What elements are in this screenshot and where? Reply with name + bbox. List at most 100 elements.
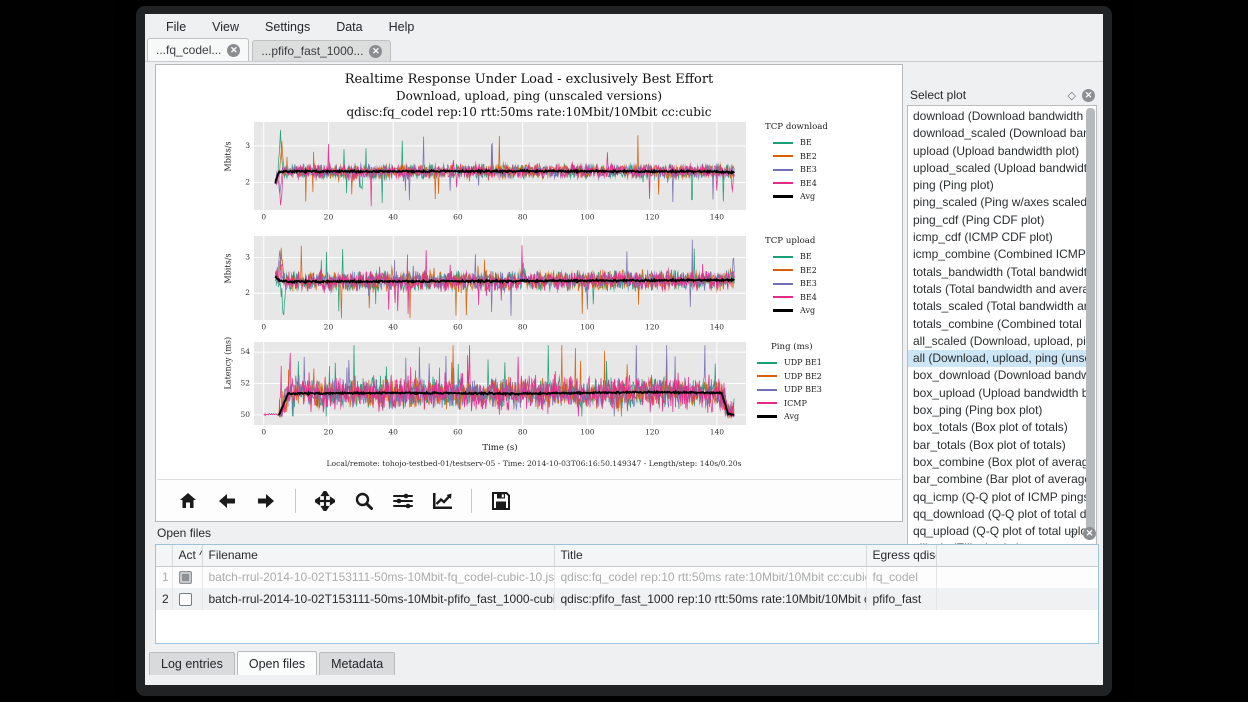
row-number: 1 [156, 566, 172, 588]
open-files-title: Open files [157, 526, 211, 540]
bottom-tab-log-entries[interactable]: Log entries [149, 652, 235, 675]
bottom-tab-metadata[interactable]: Metadata [319, 652, 395, 675]
legend-entry: UDP BE3 [755, 383, 901, 397]
plot-list-item[interactable]: box_download (Download bandwidth b [908, 367, 1086, 384]
menu-item-file[interactable]: File [155, 17, 197, 37]
legend-ping-ms-: Ping (ms)UDP BE1UDP BE2UDP BE3ICMPAvg [755, 342, 901, 424]
plot-list-item[interactable]: qq_download (Q-Q plot of total downloa [908, 506, 1086, 523]
plot-list-item[interactable]: totals (Total bandwidth and average pin [908, 281, 1086, 298]
empty-cell [936, 588, 1098, 610]
plot-list-item[interactable]: box_combine (Box plot of averages of se [908, 454, 1086, 471]
legend-line-swatch [773, 155, 793, 157]
subplot-canvas-ping-ms- [217, 340, 749, 441]
table-row[interactable]: 2batch-rrul-2014-10-02T153111-50ms-10Mbi… [156, 588, 1098, 610]
plot-list-item[interactable]: box_totals (Box plot of totals) [908, 419, 1086, 436]
zoom-icon[interactable] [349, 486, 379, 516]
plot-list-item[interactable]: all_scaled (Download, upload, ping (scal [908, 333, 1086, 350]
tab-label: ...pfifo_fast_1000... [261, 44, 363, 58]
legend-label: UDP BE3 [784, 385, 822, 394]
legend-line-swatch [757, 375, 777, 377]
select-plot-title: Select plot [910, 88, 966, 102]
plot-list-item[interactable]: totals_bandwidth (Total bandwidth) [908, 264, 1086, 281]
plot-list-item[interactable]: bar_combine (Bar plot of averages of se [908, 471, 1086, 488]
plot-list-item[interactable]: download_scaled (Download bandwidth [908, 125, 1086, 142]
plot-list-item[interactable]: download (Download bandwidth plot) [908, 108, 1086, 125]
column-header[interactable]: Act ^ [172, 545, 202, 566]
plot-list-item[interactable]: all (Download, upload, ping (unscaled ve [908, 350, 1086, 367]
legend-label: Avg [800, 306, 815, 315]
menu-item-view[interactable]: View [201, 17, 250, 37]
legend-line-swatch [773, 309, 793, 312]
y-axis-label: Mbits/s [224, 270, 233, 284]
legend-entry: BE3 [755, 277, 901, 291]
legend-label: BE4 [800, 293, 817, 302]
float-dock-icon[interactable]: ◇ [1069, 527, 1077, 540]
title-cell: qdisc:fq_codel rep:10 rtt:50ms rate:10Mb… [554, 566, 866, 588]
column-header[interactable]: Filename [202, 545, 554, 566]
select-plot-header: Select plot ◇ ✕ [907, 86, 1097, 104]
legend-line-swatch [757, 362, 777, 364]
filename-cell: batch-rrul-2014-10-02T153111-50ms-10Mbit… [202, 588, 554, 610]
plot-list-vertical-scrollbar[interactable] [1086, 108, 1095, 538]
filename-cell: batch-rrul-2014-10-02T153111-50ms-10Mbit… [202, 566, 554, 588]
legend-label: BE3 [800, 279, 817, 288]
plot-list-item[interactable]: ping_scaled (Ping w/axes scaled to remo [908, 194, 1086, 211]
figure-title-line3: qdisc:fq_codel rep:10 rtt:50ms rate:10Mb… [157, 104, 901, 120]
tab-close-icon[interactable]: ✕ [227, 44, 240, 57]
legend-tcp-upload: TCP uploadBEBE2BE3BE4Avg [755, 236, 901, 318]
home-icon[interactable] [173, 486, 203, 516]
menu-item-settings[interactable]: Settings [254, 17, 321, 37]
legend-label: UDP BE1 [784, 358, 822, 367]
legend-line-swatch [773, 195, 793, 198]
active-checkbox[interactable] [179, 593, 192, 606]
desktop-background: FileViewSettingsDataHelp ...fq_codel... ✕… [0, 0, 1248, 702]
float-dock-icon[interactable]: ◇ [1068, 89, 1076, 102]
plot-list-item[interactable]: upload_scaled (Upload bandwidth w/ax [908, 160, 1086, 177]
legend-line-swatch [773, 256, 793, 258]
customize-icon[interactable] [427, 486, 457, 516]
legend-entry: UDP BE1 [755, 356, 901, 370]
plot-list-item[interactable]: box_ping (Ping box plot) [908, 402, 1086, 419]
legend-entry: BE4 [755, 177, 901, 191]
plot-list-item[interactable]: totals_combine (Combined total bandw [908, 316, 1086, 333]
plot-list-item[interactable]: upload (Upload bandwidth plot) [908, 143, 1086, 160]
tab-close-icon[interactable]: ✕ [369, 45, 382, 58]
plot-list-item[interactable]: ping_cdf (Ping CDF plot) [908, 212, 1086, 229]
legend-entry: UDP BE2 [755, 370, 901, 384]
bottom-tab-bar: Log entriesOpen filesMetadata [149, 651, 395, 675]
table-row[interactable]: 1 batch-rrul-2014-10-02T153111-50ms-10Mbi… [156, 566, 1098, 588]
legend-line-swatch [773, 169, 793, 171]
document-tab-bar: ...fq_codel... ✕ ...pfifo_fast_1000... ✕ [145, 39, 1103, 62]
figure-title-line1: Realtime Response Under Load - exclusive… [157, 71, 901, 88]
plot-list-item[interactable]: ping (Ping plot) [908, 177, 1086, 194]
menu-item-data[interactable]: Data [325, 17, 373, 37]
legend-entry: BE [755, 136, 901, 150]
save-icon[interactable] [486, 486, 516, 516]
close-dock-icon[interactable]: ✕ [1082, 89, 1095, 102]
subplots-icon[interactable] [388, 486, 418, 516]
document-tab[interactable]: ...pfifo_fast_1000... ✕ [252, 40, 391, 61]
menu-item-help[interactable]: Help [378, 17, 426, 37]
plot-list-item[interactable]: icmp_combine (Combined ICMP ping pl [908, 246, 1086, 263]
legend-entry: BE3 [755, 163, 901, 177]
active-checkbox[interactable] [179, 571, 192, 584]
back-icon[interactable] [212, 486, 242, 516]
close-dock-icon[interactable]: ✕ [1083, 527, 1096, 540]
plot-list-item[interactable]: box_upload (Upload bandwidth box plo [908, 385, 1086, 402]
plot-list-item[interactable]: bar_totals (Box plot of totals) [908, 437, 1086, 454]
plot-list-item[interactable]: totals_scaled (Total bandwidth and aver [908, 298, 1086, 315]
bottom-tab-open-files[interactable]: Open files [237, 651, 317, 675]
plot-list-item[interactable]: icmp_cdf (ICMP CDF plot) [908, 229, 1086, 246]
column-header[interactable]: Egress qdisc [866, 545, 936, 566]
legend-label: Avg [800, 192, 815, 201]
subplot-canvas-tcp-upload [217, 234, 749, 336]
toolbar-separator [471, 489, 472, 513]
y-axis-label: Latency (ms) [224, 375, 233, 389]
tab-label: ...fq_codel... [156, 43, 221, 57]
pan-icon[interactable] [310, 486, 340, 516]
column-header[interactable]: Title [554, 545, 866, 566]
legend-label: BE [800, 252, 812, 261]
plot-list-item[interactable]: qq_icmp (Q-Q plot of ICMP pings) [908, 489, 1086, 506]
document-tab[interactable]: ...fq_codel... ✕ [147, 38, 249, 61]
forward-icon[interactable] [251, 486, 281, 516]
